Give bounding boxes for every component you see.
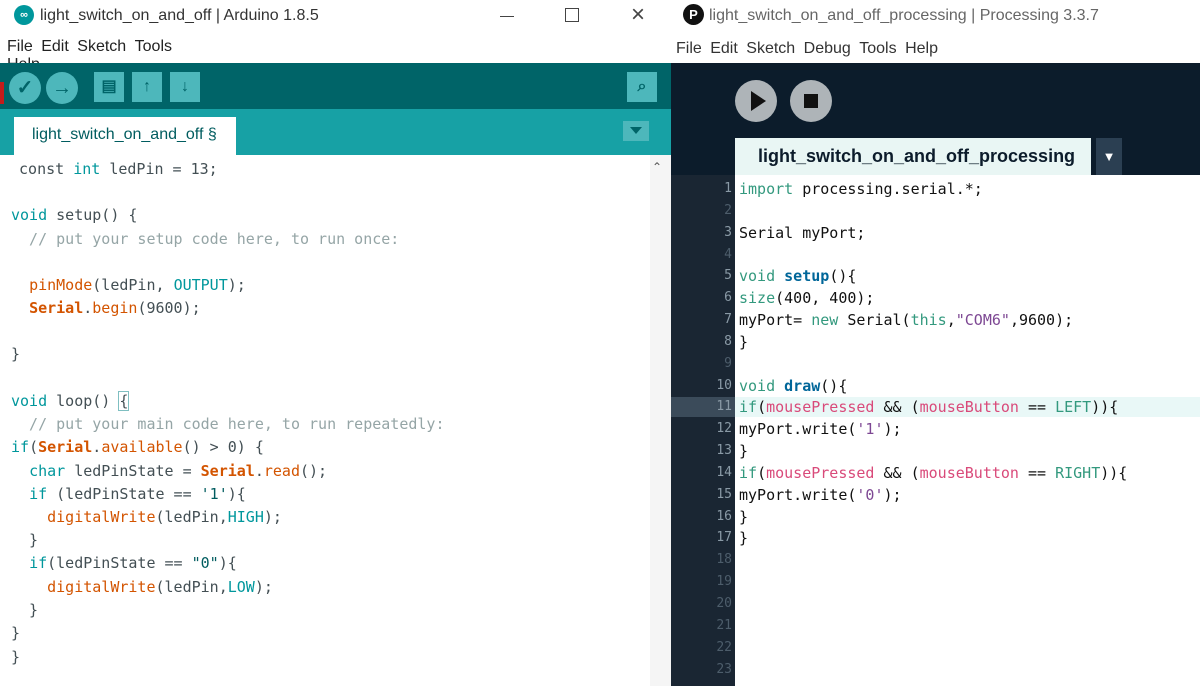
line-number: 1: [724, 181, 732, 196]
code-line: void draw(){: [739, 377, 848, 395]
code-line: myPort= new Serial(this,"COM6",9600);: [739, 311, 1074, 329]
menu-debug[interactable]: Debug: [804, 40, 851, 58]
line-number: 7: [724, 312, 732, 327]
minimize-icon[interactable]: [496, 4, 520, 28]
arduino-title-bar: ∞ light_switch_on_and_off | Arduino 1.8.…: [0, 0, 671, 33]
line-number: 23: [716, 662, 732, 677]
code-line: }: [11, 648, 21, 666]
chevron-up-icon[interactable]: ⌃: [652, 160, 662, 174]
new-icon[interactable]: ▤: [94, 72, 124, 102]
menu-tools[interactable]: Tools: [135, 38, 172, 55]
line-number: 11: [716, 399, 732, 414]
maximize-icon[interactable]: [562, 4, 586, 28]
line-number: 5: [724, 268, 732, 283]
line-number: 17: [716, 530, 732, 545]
code-line: }: [11, 601, 39, 619]
menu-sketch[interactable]: Sketch: [77, 38, 126, 55]
serial-monitor-icon[interactable]: ⌕: [627, 72, 657, 102]
line-number: 13: [716, 443, 732, 458]
line-number: 15: [716, 487, 732, 502]
code-line: Serial myPort;: [739, 224, 866, 242]
line-number: 3: [724, 225, 732, 240]
line-number: 8: [724, 334, 732, 349]
code-line: size(400, 400);: [739, 289, 875, 307]
line-number: 10: [716, 378, 732, 393]
side-marker: [0, 82, 4, 104]
line-number: 18: [716, 552, 732, 567]
code-line: if(mousePressed && (mouseButton == LEFT)…: [739, 398, 1119, 416]
processing-window-title: light_switch_on_and_off_processing | Pro…: [709, 7, 1099, 24]
processing-window: P light_switch_on_and_off_processing | P…: [671, 0, 1200, 686]
code-line: import processing.serial.*;: [739, 180, 983, 198]
code-line: void setup(){: [739, 267, 857, 285]
arduino-window-title: light_switch_on_and_off | Arduino 1.8.5: [40, 7, 319, 24]
menu-tools[interactable]: Tools: [859, 40, 896, 58]
code-line: }: [739, 442, 749, 460]
code-line: }: [11, 624, 21, 642]
arduino-logo-icon: ∞: [14, 5, 34, 25]
code-line: }: [739, 333, 749, 351]
tab-label: light_switch_on_and_off_processing: [758, 146, 1076, 166]
code-line: myPort.write('0');: [739, 486, 902, 504]
arduino-window: ∞ light_switch_on_and_off | Arduino 1.8.…: [0, 0, 671, 686]
editor-scrollbar[interactable]: [650, 155, 671, 686]
tab-label: light_switch_on_and_off §: [32, 126, 217, 143]
close-icon[interactable]: ×: [626, 3, 650, 28]
save-icon[interactable]: ↓: [170, 72, 200, 102]
upload-icon[interactable]: →: [46, 72, 78, 104]
line-number: 16: [716, 509, 732, 524]
line-number: 12: [716, 421, 732, 436]
code-line: if(mousePressed && (mouseButton == RIGHT…: [739, 464, 1128, 482]
code-line: }: [11, 345, 21, 363]
run-icon[interactable]: [735, 80, 777, 122]
open-icon[interactable]: ↑: [132, 72, 162, 102]
code-comment: // put your main code here, to run repea…: [11, 415, 445, 433]
line-number: 22: [716, 640, 732, 655]
menu-edit[interactable]: Edit: [41, 38, 69, 55]
menu-file[interactable]: File: [676, 40, 702, 58]
menu-edit[interactable]: Edit: [710, 40, 738, 58]
line-number: 14: [716, 465, 732, 480]
processing-menu-bar: File Edit Sketch Debug Tools Help: [671, 33, 1200, 63]
line-number: 20: [716, 596, 732, 611]
menu-help[interactable]: Help: [905, 40, 938, 58]
arduino-menu-bar: File Edit Sketch Tools Help: [0, 38, 210, 73]
line-number: 6: [724, 290, 732, 305]
line-number: 9: [724, 356, 732, 371]
tab-menu-dropdown-icon[interactable]: ▼: [1096, 138, 1122, 175]
stop-icon[interactable]: [790, 80, 832, 122]
tab-menu-dropdown-icon[interactable]: [623, 121, 649, 141]
code-line: Serial.begin(9600);: [29, 299, 201, 317]
code-line: if(Serial.available() > 0) {: [11, 438, 264, 456]
line-number: 2: [724, 203, 732, 218]
verify-icon[interactable]: ✓: [9, 72, 41, 104]
menu-file[interactable]: File: [7, 38, 33, 55]
code-line: if(ledPinState == "0"){: [29, 554, 237, 572]
code-line: pinMode(ledPin, OUTPUT);: [29, 276, 246, 294]
processing-title-bar: P light_switch_on_and_off_processing | P…: [671, 0, 1200, 33]
code-line: }: [11, 531, 39, 549]
code-line: if (ledPinState == '1'){: [29, 485, 246, 503]
line-number: 21: [716, 618, 732, 633]
code-line: digitalWrite(ledPin,LOW);: [47, 578, 273, 596]
code-line: myPort.write('1');: [739, 420, 902, 438]
processing-logo-icon: P: [683, 4, 704, 25]
code-comment: // put your setup code here, to run once…: [11, 230, 400, 248]
line-number: 19: [716, 574, 732, 589]
code-line: void setup() {: [11, 206, 138, 224]
code-line: }: [739, 529, 749, 547]
line-number: 4: [724, 247, 732, 262]
code-line: char ledPinState = Serial.read();: [29, 462, 328, 480]
code-line: digitalWrite(ledPin,HIGH);: [47, 508, 282, 526]
code-line: }: [739, 508, 749, 526]
menu-sketch[interactable]: Sketch: [746, 40, 795, 58]
code-line: void loop() {: [11, 391, 130, 411]
code-line: const int ledPin = 13;: [10, 160, 218, 178]
